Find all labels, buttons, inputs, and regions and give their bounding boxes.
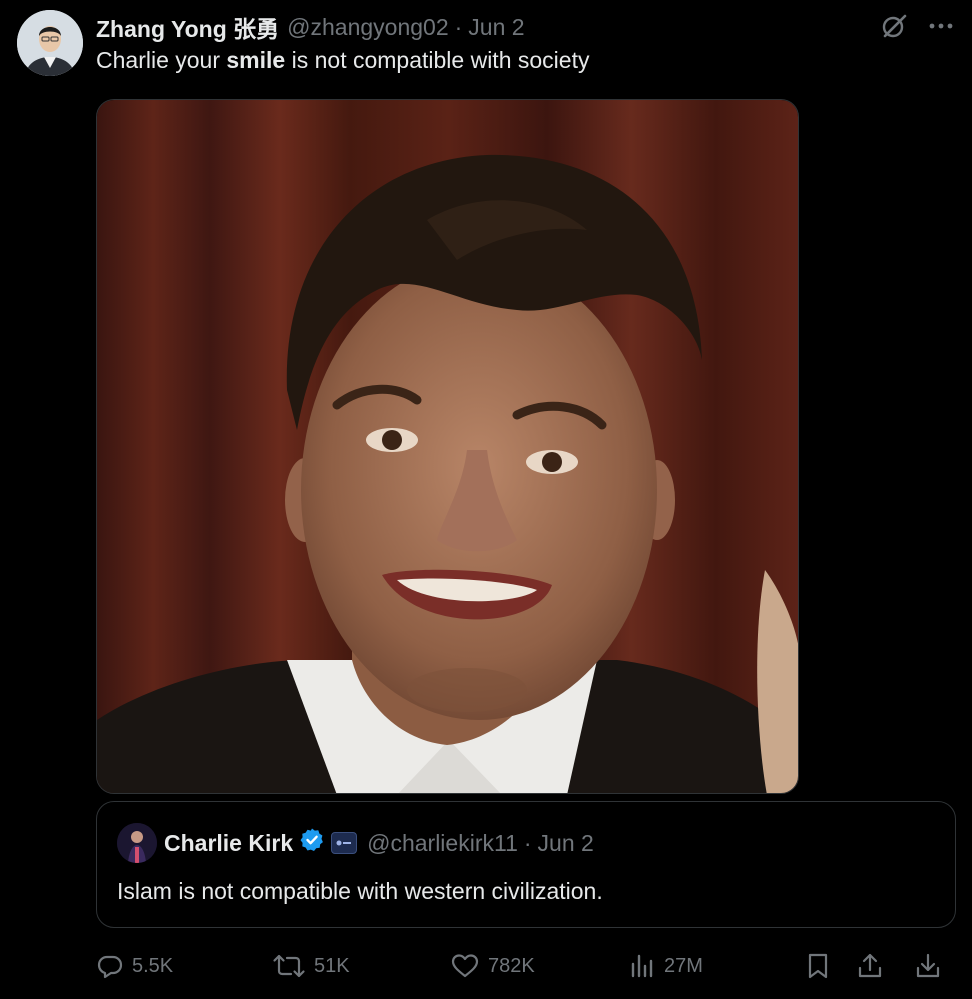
quoted-handle[interactable]: @charliekirk11 (367, 830, 518, 857)
bookmark-icon (804, 951, 832, 981)
quoted-author-avatar[interactable] (117, 823, 157, 863)
reply-count: 5.5K (132, 954, 174, 977)
repost-button[interactable]: 51K (272, 949, 350, 983)
tweet-photo[interactable] (96, 99, 799, 794)
author-display-name[interactable]: Zhang Yong 张勇 (96, 10, 279, 44)
views-icon (628, 952, 656, 980)
share-button[interactable] (856, 949, 884, 983)
separator-dot: · (523, 829, 532, 856)
quoted-tweet[interactable]: Charlie Kirk @charliekirk11 · Jun 2 Isla… (96, 801, 956, 928)
quoted-date[interactable]: Jun 2 (538, 830, 594, 857)
bookmark-button[interactable] (804, 949, 832, 983)
tweet-top-actions (880, 12, 954, 45)
repost-icon (272, 952, 306, 980)
tweet-text: Charlie your smile is not compatible wit… (96, 47, 589, 74)
quoted-header: Charlie Kirk @charliekirk11 · Jun 2 (164, 828, 594, 858)
tweet-header: Zhang Yong 张勇 @zhangyong02 · Jun 2 (96, 10, 525, 44)
tweet-date[interactable]: Jun 2 (468, 14, 524, 41)
like-count: 782K (488, 954, 535, 977)
quoted-display-name[interactable]: Charlie Kirk (164, 830, 293, 857)
heart-icon (450, 952, 480, 980)
share-icon (856, 951, 884, 981)
views-count: 27M (664, 954, 703, 977)
author-avatar[interactable] (17, 10, 83, 76)
like-button[interactable]: 782K (450, 949, 535, 983)
download-icon (914, 951, 942, 981)
author-handle[interactable]: @zhangyong02 (287, 14, 448, 41)
reply-button[interactable]: 5.5K (96, 949, 173, 983)
tweet-text-part: is not compatible with society (285, 47, 590, 73)
repost-count: 51K (314, 954, 350, 977)
verified-badge-icon[interactable] (299, 827, 325, 859)
quoted-text: Islam is not compatible with western civ… (117, 878, 603, 904)
reply-icon (96, 952, 124, 980)
tweet: Zhang Yong 张勇 @zhangyong02 · Jun 2 Charl… (0, 0, 972, 999)
more-icon[interactable] (928, 13, 954, 44)
grok-icon[interactable] (880, 12, 908, 45)
affiliate-badge-icon[interactable] (331, 832, 358, 854)
views-button[interactable]: 27M (628, 949, 703, 983)
download-button[interactable] (914, 949, 942, 983)
tweet-text-bold: smile (226, 47, 286, 73)
tweet-text-part: Charlie your (96, 47, 227, 73)
separator-dot: · (454, 13, 463, 40)
action-bar: 5.5K 51K 782K 27M (96, 949, 946, 983)
